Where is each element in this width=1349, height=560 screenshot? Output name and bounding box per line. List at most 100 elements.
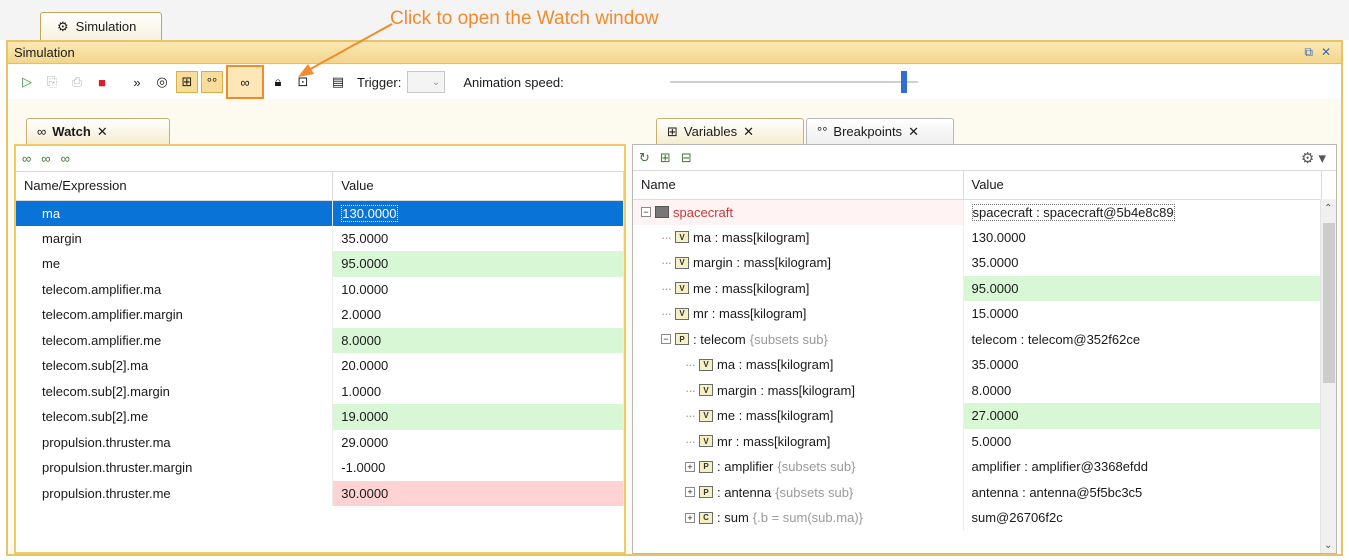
table-row[interactable]: telecom.sub[2].ma 20.0000	[16, 353, 624, 379]
simulation-title-bar: Simulation ⧉ ✕	[8, 42, 1341, 64]
watch-name: telecom.amplifier.me	[16, 327, 334, 353]
table-row[interactable]: − P : telecom {subsets sub} telecom : te…	[633, 326, 1322, 352]
collapse-all-icon[interactable]: ⊟	[681, 150, 692, 166]
watch-name: propulsion.thruster.me	[16, 480, 334, 506]
variable-value: 35.0000	[963, 352, 1322, 378]
trigger-select[interactable]: ⌄	[407, 71, 446, 93]
table-row[interactable]: margin 35.0000	[16, 225, 624, 251]
breakpoints-tab-close-icon[interactable]: ✕	[908, 124, 919, 140]
target-icon[interactable]: ◎	[151, 71, 173, 93]
export-icon[interactable]: ⊡	[292, 71, 314, 93]
table-row[interactable]: propulsion.thruster.me 30.0000	[16, 480, 624, 506]
scroll-up-icon[interactable]: ⌃	[1324, 203, 1332, 214]
simulation-tab[interactable]: ⚙ Simulation	[40, 12, 162, 40]
expand-icon[interactable]: +	[685, 487, 695, 498]
table-row[interactable]: propulsion.thruster.ma 29.0000	[16, 429, 624, 455]
scroll-down-icon[interactable]: ⌄	[1324, 540, 1332, 551]
collapse-icon[interactable]: −	[661, 334, 671, 345]
animation-speed-thumb[interactable]	[901, 71, 907, 93]
watch-value: 29.0000	[332, 429, 624, 455]
expand-icon[interactable]: +	[685, 461, 695, 472]
watch-value: 1.0000	[332, 378, 624, 404]
step-over-icon[interactable]: ⎙	[66, 71, 88, 93]
annotation-text: Click to open the Watch window	[390, 8, 659, 29]
tab-breakpoints[interactable]: °° Breakpoints ✕	[806, 118, 954, 144]
scrollbar-thumb[interactable]	[1323, 223, 1335, 383]
collapse-icon[interactable]: −	[641, 207, 651, 217]
variable-subsets: {subsets sub}	[775, 484, 854, 500]
variable-value: sum@26706f2c	[963, 505, 1322, 531]
table-row[interactable]: ··· V margin : mass[kilogram] 35.0000	[633, 250, 1322, 276]
remove-expression-icon[interactable]: ∞	[41, 151, 50, 166]
variables-column-name[interactable]: Name	[633, 171, 964, 200]
variables-panel: ↻ ⊞ ⊟ ⚙ ▾ Name Value − spacecraft spacec…	[632, 144, 1337, 554]
animation-icon[interactable]: »	[126, 71, 148, 93]
table-row[interactable]: ··· V me : mass[kilogram] 27.0000	[633, 403, 1322, 429]
variable-name: mr : mass[kilogram]	[717, 433, 831, 449]
step-into-icon[interactable]: ⎘	[41, 71, 63, 93]
variable-name-cell: ··· V mr : mass[kilogram]	[633, 428, 964, 454]
watch-column-value[interactable]: Value	[332, 172, 624, 201]
table-row[interactable]: ··· V me : mass[kilogram] 95.0000	[633, 275, 1322, 301]
table-row[interactable]: + C : sum {.b = sum(sub.ma)} sum@26706f2…	[633, 505, 1322, 531]
watch-panel: ∞ ∞ ∞ Name/Expression Value ma 130.0000 …	[14, 144, 626, 554]
variables-tab-close-icon[interactable]: ✕	[743, 124, 754, 140]
variable-name-cell: − spacecraft	[633, 199, 964, 225]
table-row[interactable]: telecom.amplifier.ma 10.0000	[16, 276, 624, 302]
variable-name-cell: ··· V me : mass[kilogram]	[633, 403, 964, 429]
table-row[interactable]: propulsion.thruster.margin -1.0000	[16, 455, 624, 481]
tab-variables[interactable]: ⊞ Variables ✕	[656, 118, 804, 144]
breakpoints-toggle-icon[interactable]: °°	[201, 71, 223, 93]
expand-all-icon[interactable]: ⊞	[660, 150, 671, 166]
animation-speed-slider[interactable]	[670, 81, 918, 83]
table-row[interactable]: − spacecraft spacecraft : spacecraft@5b4…	[633, 199, 1322, 225]
watch-name: telecom.amplifier.margin	[16, 302, 334, 328]
watch-name: ma	[16, 200, 334, 226]
table-row[interactable]: ma 130.0000	[16, 200, 624, 226]
variable-name-cell: ··· V margin : mass[kilogram]	[633, 250, 964, 276]
lock-icon[interactable]: 🔒︎	[267, 71, 289, 93]
close-icon[interactable]: ✕	[1321, 45, 1331, 60]
variable-name: ma : mass[kilogram]	[693, 229, 810, 245]
table-row[interactable]: telecom.sub[2].me 19.0000	[16, 404, 624, 430]
run-icon[interactable]: ▷	[16, 71, 38, 93]
variable-value: 5.0000	[963, 428, 1322, 454]
variable-name: margin : mass[kilogram]	[693, 255, 831, 271]
variables-tab-label: Variables	[683, 124, 738, 139]
variable-name: margin : mass[kilogram]	[717, 382, 855, 398]
table-row[interactable]: telecom.amplifier.me 8.0000	[16, 327, 624, 353]
variables-scrollbar[interactable]: ⌃ ⌄	[1320, 199, 1336, 553]
part-property-icon: P	[699, 486, 713, 499]
table-row[interactable]: me 95.0000	[16, 251, 624, 277]
variable-name-cell: + C : sum {.b = sum(sub.ma)}	[633, 505, 964, 531]
table-row[interactable]: ··· V ma : mass[kilogram] 130.0000	[633, 224, 1322, 250]
value-property-icon: V	[675, 282, 689, 295]
table-row[interactable]: + P : amplifier {subsets sub} amplifier …	[633, 454, 1322, 480]
trigger-icon[interactable]: ▤	[327, 71, 349, 93]
table-row[interactable]: telecom.sub[2].margin 1.0000	[16, 378, 624, 404]
restore-icon[interactable]: ⧉	[1304, 45, 1313, 60]
watch-tab-close-icon[interactable]: ✕	[97, 124, 108, 140]
table-row[interactable]: ··· V ma : mass[kilogram] 35.0000	[633, 352, 1322, 378]
variables-column-value[interactable]: Value	[963, 171, 1322, 200]
gear-icon[interactable]: ⚙ ▾	[1301, 149, 1326, 167]
table-row[interactable]: ··· V margin : mass[kilogram] 8.0000	[633, 377, 1322, 403]
variable-value: 15.0000	[963, 301, 1322, 327]
table-row[interactable]: + P : antenna {subsets sub} antenna : an…	[633, 479, 1322, 505]
watch-column-name[interactable]: Name/Expression	[16, 172, 334, 201]
expand-icon[interactable]: +	[685, 512, 695, 523]
breakpoints-tab-label: Breakpoints	[833, 124, 903, 139]
table-row[interactable]: telecom.amplifier.margin 2.0000	[16, 302, 624, 328]
add-expression-icon[interactable]: ∞	[22, 151, 31, 166]
watch-window-button[interactable]: ∞	[226, 65, 264, 99]
table-row[interactable]: ··· V mr : mass[kilogram] 5.0000	[633, 428, 1322, 454]
terminate-icon[interactable]: ■	[91, 71, 113, 93]
refresh-icon[interactable]: ↻	[639, 150, 650, 166]
remove-all-expressions-icon[interactable]: ∞	[61, 151, 70, 166]
variable-value: antenna : antenna@5f5bc3c5	[963, 479, 1322, 505]
tab-watch[interactable]: ∞ Watch ✕	[26, 118, 170, 144]
variables-toggle-icon[interactable]: ⊞	[176, 71, 198, 93]
table-row[interactable]: ··· V mr : mass[kilogram] 15.0000	[633, 301, 1322, 327]
variable-value: spacecraft : spacecraft@5b4e8c89	[963, 199, 1322, 225]
chevron-down-icon: ⌄	[431, 76, 441, 88]
